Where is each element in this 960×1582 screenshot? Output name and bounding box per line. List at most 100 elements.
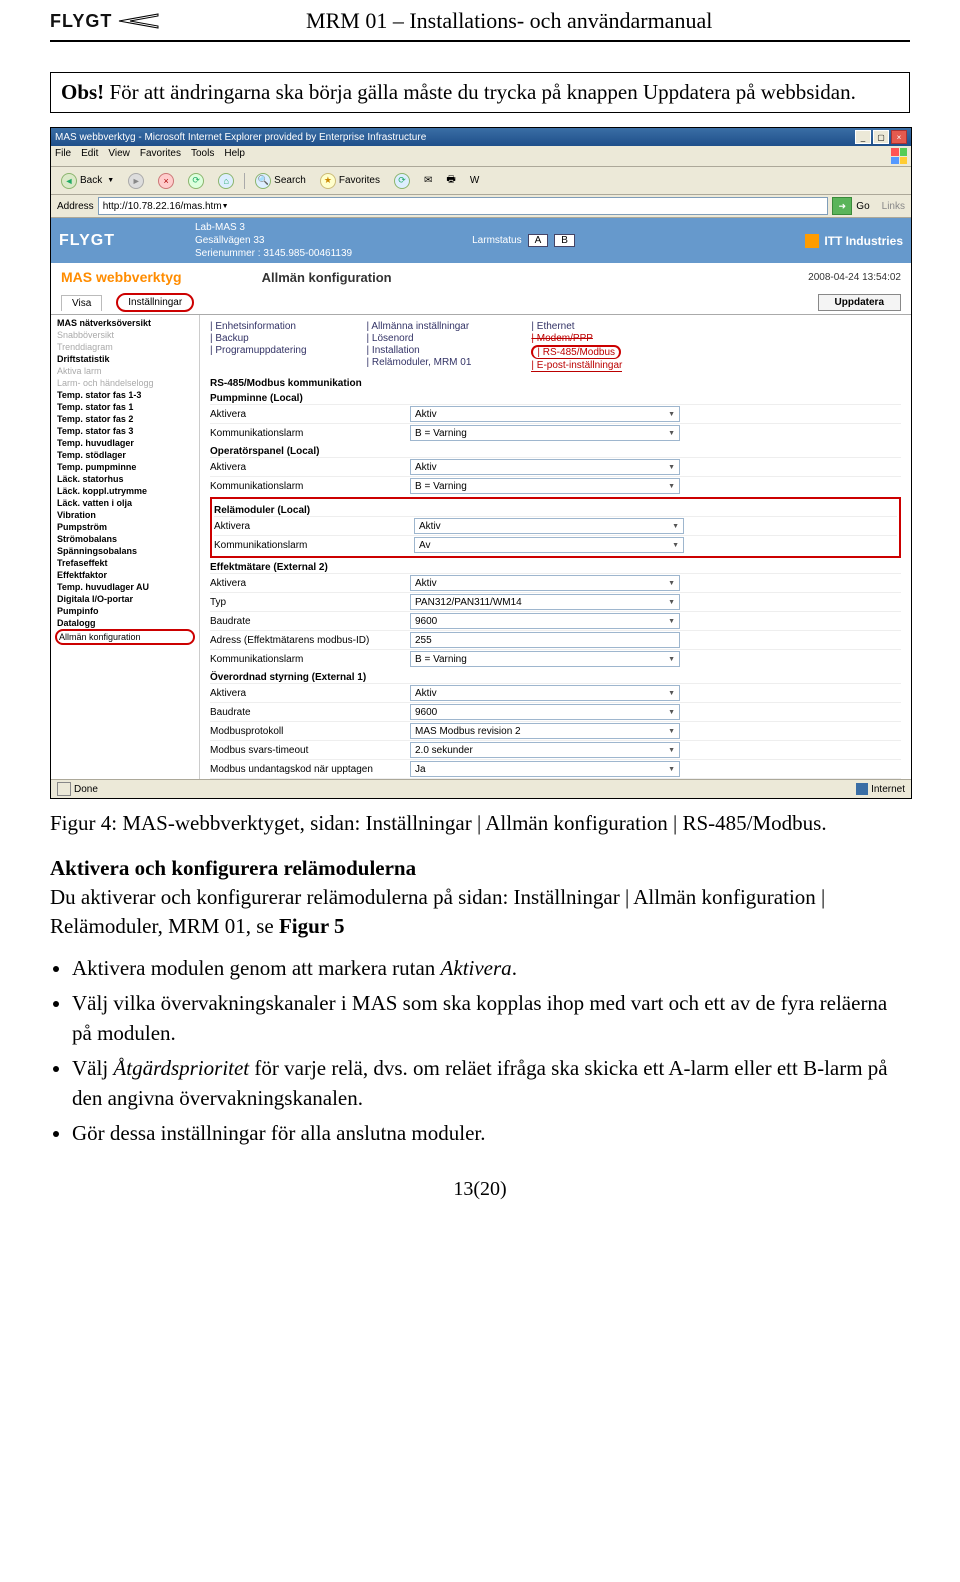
search-button[interactable]: 🔍Search [251, 171, 310, 191]
sidebar-item[interactable]: Läck. vatten i olja [55, 497, 195, 509]
dropdown[interactable]: 9600▼ [410, 613, 680, 629]
stop-button[interactable]: × [154, 171, 178, 191]
sidebar-item[interactable]: Pumpinfo [55, 605, 195, 617]
sidebar-item[interactable]: Temp. stödlager [55, 449, 195, 461]
back-button[interactable]: ◄Back▼ [57, 171, 118, 191]
sidebar-item[interactable]: Trefaseffekt [55, 557, 195, 569]
dropdown[interactable]: Aktiv▼ [410, 406, 680, 422]
forward-button[interactable]: ► [124, 171, 148, 191]
sidebar-item[interactable]: Strömobalans [55, 533, 195, 545]
dropdown[interactable]: Aktiv▼ [410, 685, 680, 701]
sidebar-item[interactable]: Temp. huvudlager [55, 437, 195, 449]
dropdown[interactable]: 2.0 sekunder▼ [410, 742, 680, 758]
sidebar-item[interactable]: Driftstatistik [55, 353, 195, 365]
sidebar-item[interactable]: Digitala I/O-portar [55, 593, 195, 605]
link-item[interactable]: | Relämoduler, MRM 01 [367, 357, 472, 368]
sidebar-item[interactable]: Temp. stator fas 1 [55, 401, 195, 413]
sidebar-item[interactable]: Snabböversikt [55, 329, 195, 341]
obs-note: Obs! För att ändringarna ska börja gälla… [50, 72, 910, 113]
dropdown[interactable]: Aktiv▼ [410, 575, 680, 591]
main-pane: | Enhetsinformation | Backup | Programup… [200, 315, 911, 779]
page-heading: Allmän konfiguration [262, 270, 392, 285]
sidebar-item[interactable]: MAS nätverksöversikt [55, 317, 195, 329]
dropdown[interactable]: 9600▼ [410, 704, 680, 720]
dropdown[interactable]: B = Varning▼ [410, 651, 680, 667]
sidebar-item[interactable]: Datalogg [55, 617, 195, 629]
link-item-struck[interactable]: | Modem/PPP [531, 333, 622, 344]
address-input[interactable]: http://10.78.22.16/mas.htm ▼ [98, 197, 829, 215]
links-label: Links [882, 201, 905, 212]
tab-visa[interactable]: Visa [61, 295, 102, 311]
tabs-row: Visa Inställningar Uppdatera [51, 291, 911, 315]
sidebar-item[interactable]: Läck. statorhus [55, 473, 195, 485]
sidebar-item[interactable]: Larm- och händelselogg [55, 377, 195, 389]
minimize-button[interactable]: _ [855, 130, 871, 144]
menu-edit[interactable]: Edit [81, 148, 98, 164]
go-button[interactable]: ➜ [832, 197, 852, 215]
windows-logo-icon [891, 148, 907, 164]
sidebar-item[interactable]: Temp. stator fas 2 [55, 413, 195, 425]
obs-prefix: Obs! [61, 80, 104, 104]
sidebar-item[interactable]: Spänningsobalans [55, 545, 195, 557]
section-pump: Pumpminne (Local) [210, 393, 901, 404]
link-item[interactable]: | Programuppdatering [210, 345, 307, 356]
logo-text: FLYGT [50, 11, 112, 32]
menu-view[interactable]: View [108, 148, 130, 164]
menu-help[interactable]: Help [224, 148, 245, 164]
link-item[interactable]: | Enhetsinformation [210, 321, 307, 332]
bullet-item: Gör dessa inställningar för alla anslutn… [72, 1119, 910, 1148]
update-button[interactable]: Uppdatera [818, 294, 901, 311]
history-button[interactable]: ⟳ [390, 171, 414, 191]
menubar: File Edit View Favorites Tools Help [51, 146, 911, 167]
dropdown[interactable]: B = Varning▼ [410, 425, 680, 441]
print-icon[interactable]: 🖶 [442, 170, 459, 191]
site-banner: FLYGT Lab-MAS 3 Gesällvägen 33 Serienumm… [51, 218, 911, 263]
maximize-button[interactable]: ▢ [873, 130, 889, 144]
sidebar-item[interactable]: Läck. koppl.utrymme [55, 485, 195, 497]
link-item[interactable]: | Backup [210, 333, 307, 344]
done-icon [57, 782, 71, 796]
dropdown[interactable]: PAN312/PAN311/WM14▼ [410, 594, 680, 610]
bullet-list: Aktivera modulen genom att markera rutan… [72, 954, 910, 1148]
section-over: Överordnad styrning (External 1) [210, 672, 901, 683]
favorites-button[interactable]: ★Favorites [316, 171, 384, 191]
dropdown[interactable]: MAS Modbus revision 2▼ [410, 723, 680, 739]
sidebar-item[interactable]: Allmän konfiguration [55, 629, 195, 645]
sidebar-item[interactable]: Vibration [55, 509, 195, 521]
sidebar-item[interactable]: Aktiva larm [55, 365, 195, 377]
menu-favorites[interactable]: Favorites [140, 148, 181, 164]
sidebar-item[interactable]: Temp. stator fas 1-3 [55, 389, 195, 401]
text-input[interactable]: 255 [410, 632, 680, 648]
menu-file[interactable]: File [55, 148, 71, 164]
sidebar-item[interactable]: Temp. stator fas 3 [55, 425, 195, 437]
sidebar-item[interactable]: Trenddiagram [55, 341, 195, 353]
sidebar-item[interactable]: Pumpström [55, 521, 195, 533]
edit-icon[interactable]: W [466, 173, 483, 188]
link-item[interactable]: | Ethernet [531, 321, 622, 332]
link-rs485-highlight[interactable]: | RS-485/Modbus [531, 345, 622, 359]
home-button[interactable]: ⌂ [214, 171, 238, 191]
dropdown[interactable]: B = Varning▼ [410, 478, 680, 494]
sidebar-item[interactable]: Temp. huvudlager AU [55, 581, 195, 593]
alarm-badge-a: A [528, 234, 549, 247]
dropdown[interactable]: Ja▼ [410, 761, 680, 777]
link-item[interactable]: | Allmänna inställningar [367, 321, 472, 332]
document-title: MRM 01 – Installations- och användarmanu… [178, 8, 910, 34]
sidebar-item[interactable]: Temp. pumpminne [55, 461, 195, 473]
section-rs485: RS-485/Modbus kommunikation [210, 378, 901, 389]
link-item[interactable]: | Installation [367, 345, 472, 356]
dropdown[interactable]: Aktiv▼ [414, 518, 684, 534]
refresh-button[interactable]: ⟳ [184, 171, 208, 191]
dropdown[interactable]: Av▼ [414, 537, 684, 553]
sidebar-item[interactable]: Effektfaktor [55, 569, 195, 581]
section-panel: Operatörspanel (Local) [210, 446, 901, 457]
dropdown[interactable]: Aktiv▼ [410, 459, 680, 475]
menu-tools[interactable]: Tools [191, 148, 214, 164]
mail-icon[interactable]: ✉ [420, 173, 436, 188]
link-item-red[interactable]: | E-post-inställningar [531, 360, 622, 372]
link-item[interactable]: | Lösenord [367, 333, 472, 344]
status-bar: Done Internet [51, 779, 911, 798]
logo-wing-icon [118, 12, 160, 30]
close-button[interactable]: × [891, 130, 907, 144]
tab-installningar[interactable]: Inställningar [116, 293, 194, 312]
